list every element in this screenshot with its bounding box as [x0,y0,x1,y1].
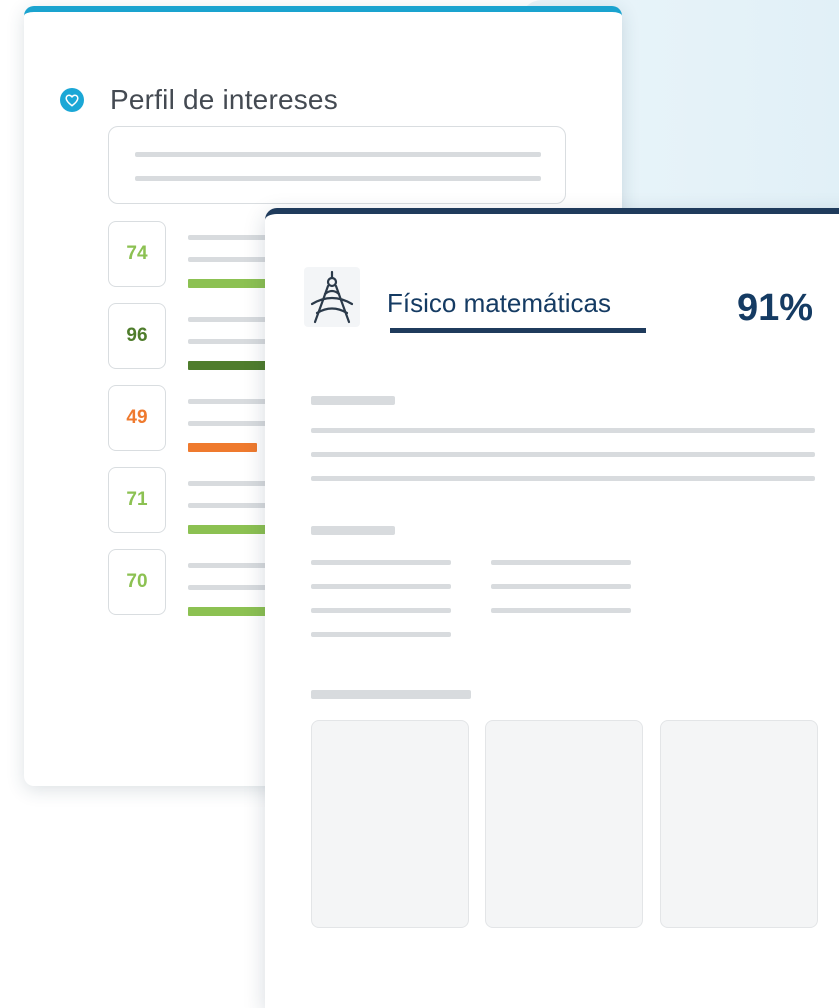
placeholder-tile [660,720,818,928]
career-match-percent: 91% [737,287,814,329]
placeholder-line [135,152,541,157]
placeholder-line [491,560,631,565]
score-bar [188,443,257,452]
placeholder-heading [311,526,395,535]
placeholder-heading [311,690,471,699]
placeholder-line [311,608,451,613]
placeholder-heading [311,396,395,405]
placeholder-line [491,608,631,613]
placeholder-line [135,176,541,181]
profile-title: Perfil de intereses [110,84,338,115]
heart-icon [60,88,84,112]
score-value: 71 [108,467,166,533]
placeholder-tile [311,720,469,928]
score-value: 96 [108,303,166,369]
placeholder-line [311,428,815,433]
summary-placeholder [108,126,566,204]
placeholder-line [311,476,815,481]
score-value: 74 [108,221,166,287]
career-detail-card: Físico matemáticas 91% [265,208,839,1008]
score-value: 70 [108,549,166,615]
placeholder-line [311,452,815,457]
profile-header: Perfil de intereses [60,84,338,116]
career-underline [390,328,646,333]
score-value: 49 [108,385,166,451]
placeholder-line [491,584,631,589]
career-title: Físico matemáticas [387,288,611,318]
placeholder-tile [485,720,643,928]
drafting-compass-icon [303,266,361,328]
placeholder-line [311,584,451,589]
placeholder-line [311,560,451,565]
placeholder-line [311,632,451,637]
